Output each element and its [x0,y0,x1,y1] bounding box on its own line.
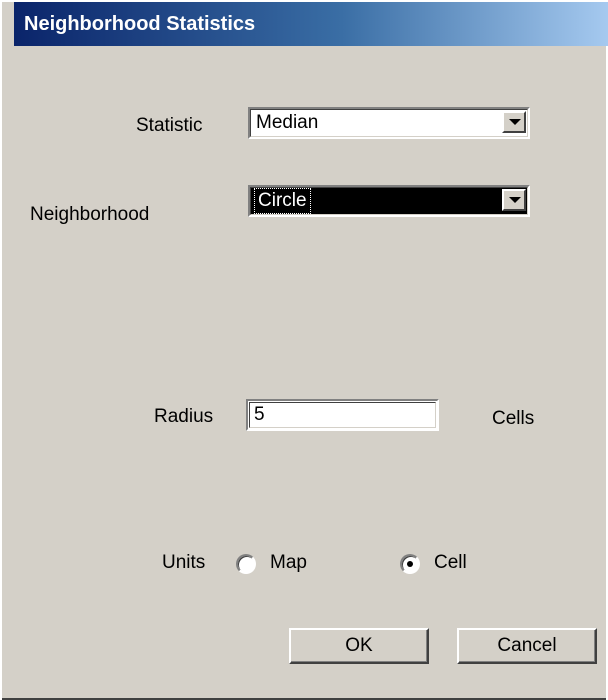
neighborhood-statistics-dialog: Neighborhood Statistics Statistic Median… [0,0,608,700]
radius-input[interactable] [249,402,436,428]
statistic-dropdown[interactable]: Median [248,107,530,139]
chevron-down-icon [509,197,521,203]
neighborhood-label: Neighborhood [30,204,150,225]
units-cell-radio[interactable] [400,554,420,574]
units-cell-label[interactable]: Cell [434,552,467,574]
statistic-label: Statistic [136,115,203,136]
neighborhood-dropdown-button[interactable] [502,189,526,211]
ok-button[interactable]: OK [289,628,429,664]
units-label: Units [162,552,206,573]
radio-selected-dot-icon [407,561,413,567]
units-map-label[interactable]: Map [270,552,307,574]
units-map-radio[interactable] [236,554,256,574]
radius-label: Radius [154,406,214,427]
window-title: Neighborhood Statistics [24,12,256,35]
cancel-button[interactable]: Cancel [457,628,597,664]
statistic-dropdown-button[interactable] [502,111,526,133]
statistic-value: Median [256,112,319,133]
radius-field[interactable] [246,399,439,431]
title-bar[interactable]: Neighborhood Statistics [14,2,608,46]
chevron-down-icon [509,119,521,125]
neighborhood-value: Circle [254,188,311,214]
radius-units-label: Cells [492,408,535,429]
neighborhood-dropdown[interactable]: Circle [248,185,530,217]
